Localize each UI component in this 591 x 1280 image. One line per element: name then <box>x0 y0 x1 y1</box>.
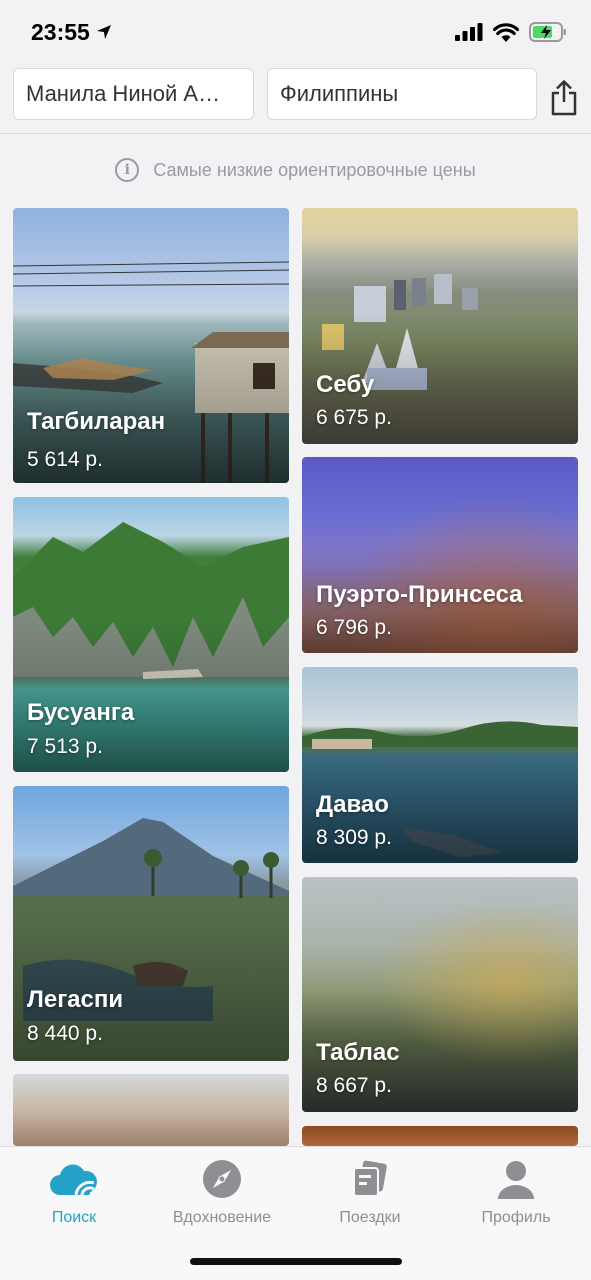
card-price: 8 667 р. <box>316 1074 392 1097</box>
share-button[interactable] <box>546 78 582 118</box>
card-city-name: Давао <box>316 791 389 818</box>
destination-card-tagbilaran[interactable]: Тагбиларан 5 614 р. <box>13 208 289 483</box>
status-time: 23:55 <box>31 19 112 46</box>
clock-text: 23:55 <box>31 18 90 45</box>
share-icon <box>551 80 577 116</box>
tab-trips[interactable]: Поездки <box>296 1157 444 1227</box>
origin-field[interactable]: Манила Ниной А… <box>13 68 254 120</box>
card-price: 8 309 р. <box>316 826 392 849</box>
user-icon <box>496 1157 536 1201</box>
card-price: 8 440 р. <box>27 1022 103 1045</box>
destination-card-partial[interactable] <box>13 1074 289 1146</box>
compass-icon <box>202 1157 242 1201</box>
destination-card-legaspi[interactable]: Легаспи 8 440 р. <box>13 786 289 1061</box>
home-indicator[interactable] <box>190 1258 402 1265</box>
card-city-name: Пуэрто-Принсеса <box>316 581 523 608</box>
tab-search-label: Поиск <box>51 1209 97 1226</box>
tickets-icon <box>351 1157 389 1201</box>
tab-trips-label: Поездки <box>339 1209 401 1226</box>
card-city-name: Таблас <box>316 1039 400 1066</box>
destination-field[interactable]: Филиппины <box>267 68 537 120</box>
search-header: Манила Ниной А… Филиппины <box>0 64 591 134</box>
tab-inspiration[interactable]: Вдохновение <box>148 1157 296 1227</box>
tab-search[interactable]: Поиск <box>0 1157 148 1227</box>
status-icons <box>455 22 567 42</box>
card-city-name: Тагбиларан <box>27 408 166 435</box>
tab-inspiration-label: Вдохновение <box>172 1209 272 1226</box>
card-city-name: Бусуанга <box>27 699 135 726</box>
status-bar: 23:55 <box>0 0 591 64</box>
card-price: 6 675 р. <box>316 406 392 429</box>
destination-card-davao[interactable]: Давао 8 309 р. <box>302 667 578 863</box>
cellular-signal-icon <box>455 23 483 41</box>
card-price: 5 614 р. <box>27 448 103 471</box>
card-price: 7 513 р. <box>27 735 103 758</box>
price-info-text: Самые низкие ориентировочные цены <box>153 159 476 180</box>
location-arrow-icon <box>96 25 111 39</box>
destination-card-cebu[interactable]: Себу 6 675 р. <box>302 208 578 444</box>
card-price: 6 796 р. <box>316 616 392 639</box>
card-city-name: Легаспи <box>27 986 124 1013</box>
destination-card-tablas[interactable]: Таблас 8 667 р. <box>302 877 578 1112</box>
destination-card-busuanga[interactable]: Бусуанга 7 513 р. <box>13 497 289 772</box>
price-info-note: i Самые низкие ориентировочные цены <box>0 152 591 188</box>
tab-profile[interactable]: Профиль <box>442 1157 590 1227</box>
destination-card-puerto-princesa[interactable]: Пуэрто-Принсеса 6 796 р. <box>302 457 578 653</box>
destination-card-partial[interactable] <box>302 1126 578 1146</box>
wifi-icon <box>493 22 519 42</box>
cloud-wifi-icon <box>48 1157 100 1201</box>
tab-profile-label: Профиль <box>481 1209 551 1226</box>
card-city-name: Себу <box>316 371 375 398</box>
info-icon: i <box>115 158 140 182</box>
battery-charging-icon <box>529 22 566 42</box>
